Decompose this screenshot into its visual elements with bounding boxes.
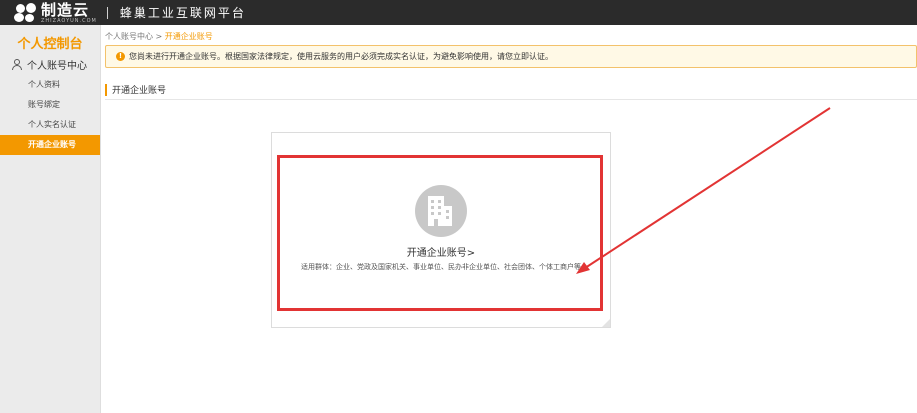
breadcrumb-parent[interactable]: 个人账号中心 <box>105 32 153 41</box>
logo[interactable]: 制造云 ZHIZAOYUN.COM <box>14 0 97 25</box>
card-description: 适用群体：企业、党政及国家机关、事业单位、民办非企业单位、社会团体、个体工商户等 <box>301 263 581 271</box>
sidebar-item-open-enterprise-account[interactable]: 开通企业账号 <box>0 135 100 155</box>
sidebar-item-real-name-auth[interactable]: 个人实名认证 <box>0 115 100 135</box>
top-bar: 制造云 ZHIZAOYUN.COM 蜂巢工业互联网平台 <box>0 0 917 25</box>
logo-mark-icon <box>14 2 38 23</box>
sidebar-section-label: 个人账号中心 <box>27 61 87 72</box>
sidebar-section-account-center[interactable]: 个人账号中心 <box>12 57 87 72</box>
notice-text: 您尚未进行开通企业账号。根据国家法律规定，使用云服务的用户必须完成实名认证，为避… <box>129 52 553 61</box>
card-corner <box>602 319 610 327</box>
logo-text: 制造云 <box>41 0 90 19</box>
sidebar-item-profile[interactable]: 个人资料 <box>0 75 100 95</box>
user-icon <box>12 59 22 70</box>
section-title: 开通企业账号 <box>112 86 167 96</box>
sidebar: 个人控制台 个人账号中心 个人资料 账号绑定 个人实名认证 开通企业账号 <box>0 25 101 413</box>
breadcrumb-current: 开通企业账号 <box>164 32 213 41</box>
building-icon-circle <box>415 185 467 237</box>
sidebar-item-account-binding[interactable]: 账号绑定 <box>0 95 100 115</box>
building-icon <box>428 196 452 226</box>
warning-icon: ! <box>116 52 125 61</box>
sidebar-title: 个人控制台 <box>17 37 83 52</box>
breadcrumb-separator: > <box>153 32 165 41</box>
logo-subtext: ZHIZAOYUN.COM <box>41 17 97 24</box>
notice-banner: ! 您尚未进行开通企业账号。根据国家法律规定，使用云服务的用户必须完成实名认证，… <box>105 45 917 68</box>
open-enterprise-account-link[interactable]: 开通企业账号> <box>271 244 611 259</box>
section-accent-bar <box>105 83 107 96</box>
header-divider <box>106 6 108 19</box>
breadcrumb: 个人账号中心 > 开通企业账号 <box>105 31 213 42</box>
section-header: 开通企业账号 <box>105 80 917 100</box>
platform-name: 蜂巢工业互联网平台 <box>119 6 246 20</box>
